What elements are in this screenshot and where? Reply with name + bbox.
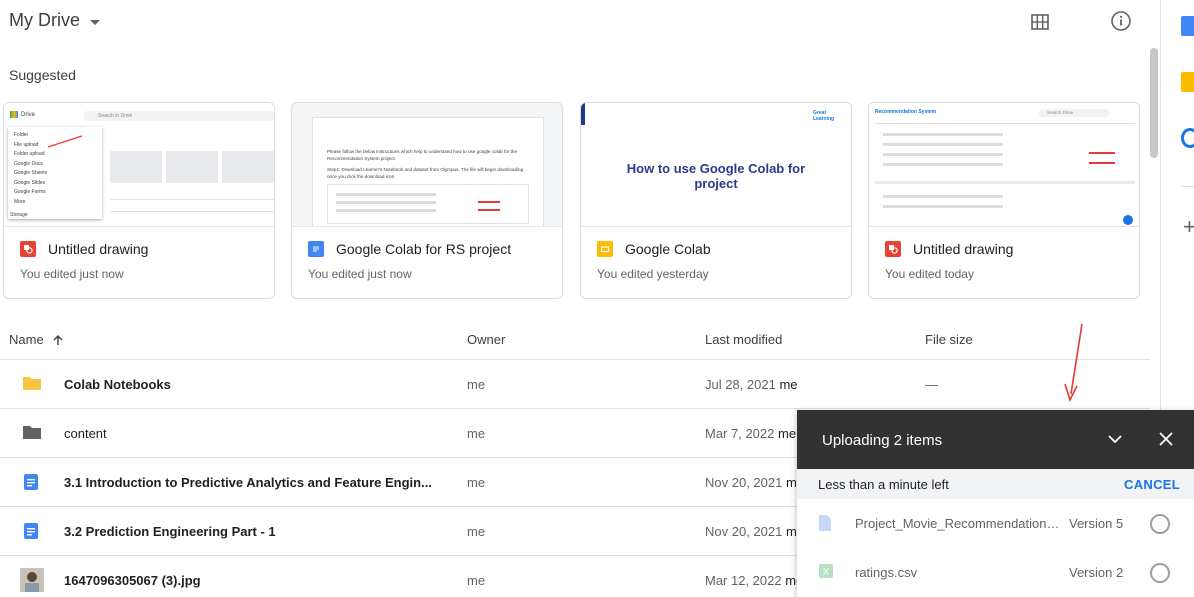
card-thumbnail: Drive Search in Drive Folder File upload… [4, 103, 274, 227]
mini-annotation-arrow [47, 135, 83, 148]
card-edited-time: You edited yesterday [597, 267, 709, 281]
mini-screenshot [327, 184, 529, 224]
docs-icon [22, 473, 40, 494]
top-bar: My Drive [0, 0, 1160, 44]
file-owner: me [467, 377, 486, 392]
tasks-icon[interactable] [1181, 128, 1194, 148]
mini-storage: Storage [10, 212, 28, 218]
slide-accent-bar [581, 103, 585, 125]
slides-icon [597, 241, 613, 257]
svg-text:X: X [823, 567, 830, 578]
file-modified: Nov 20, 2021 me [705, 475, 805, 490]
upload-progress-ring [1150, 563, 1170, 583]
upload-item[interactable]: X ratings.csv Version 2 [797, 548, 1194, 597]
chevron-down-icon[interactable] [1108, 434, 1122, 444]
file-owner: me [467, 524, 486, 539]
mini-logo: Recommendation System [875, 109, 937, 115]
file-name: 3.2 Prediction Engineering Part - 1 [64, 524, 276, 539]
upload-file-name: Project_Movie_Recommendation_Systems.ipy… [855, 516, 1065, 531]
mini-search: Search Drive [1039, 109, 1109, 117]
sort-by-name[interactable]: Name [9, 332, 64, 347]
mini-divider [110, 199, 274, 200]
file-modified: Jul 28, 2021 me [705, 377, 798, 392]
folder-gray-icon [22, 424, 42, 443]
card-title: Untitled drawing [48, 241, 149, 257]
suggested-card[interactable]: Great Learning How to use Google Colab f… [580, 102, 852, 299]
sheets-icon: X [819, 564, 833, 581]
mini-preview [110, 151, 162, 183]
drawings-icon [20, 241, 36, 257]
card-title: Untitled drawing [913, 241, 1014, 257]
file-owner: me [467, 475, 486, 490]
table-header: Name Owner Last modified File size [0, 320, 1150, 360]
card-thumbnail: Recommendation System Search Drive [869, 103, 1139, 227]
annotation-arrow-icon [1064, 323, 1083, 403]
suggested-card[interactable]: Recommendation System Search Drive Untit… [868, 102, 1140, 299]
arrow-up-icon [53, 334, 63, 345]
docs-icon [308, 241, 324, 257]
file-name: 3.1 Introduction to Predictive Analytics… [64, 475, 432, 490]
mini-preview [222, 151, 274, 183]
rail-divider [1181, 186, 1194, 187]
file-owner: me [467, 573, 486, 588]
file-owner: me [467, 426, 486, 441]
upload-time-left: Less than a minute left [818, 477, 949, 492]
upload-progress-panel: Uploading 2 items Less than a minute lef… [797, 410, 1194, 597]
card-thumbnail: Please follow the below instructions whi… [292, 103, 562, 227]
card-title: Google Colab [625, 241, 711, 257]
card-edited-time: You edited just now [20, 267, 124, 281]
cancel-upload-button[interactable]: CANCEL [1124, 477, 1180, 492]
file-name: content [64, 426, 107, 441]
suggested-card[interactable]: Drive Search in Drive Folder File upload… [3, 102, 275, 299]
mini-doc-page: Please follow the below instructions whi… [312, 117, 544, 226]
add-addon-icon[interactable]: + [1183, 216, 1194, 238]
file-name: Colab Notebooks [64, 377, 171, 392]
file-size: — [925, 377, 938, 392]
docs-icon [22, 522, 40, 543]
upload-status-bar: Less than a minute left CANCEL [797, 469, 1194, 499]
folder-yellow-icon [22, 375, 42, 394]
mini-search: Search in Drive [84, 111, 274, 121]
mini-drive-logo: Drive [10, 111, 35, 118]
upload-file-version: Version 2 [1069, 565, 1124, 580]
keep-icon[interactable] [1181, 72, 1194, 92]
upload-title: Uploading 2 items [822, 432, 943, 449]
suggested-heading: Suggested [9, 67, 76, 83]
slide-title: How to use Google Colab for project [626, 161, 806, 191]
file-icon [819, 515, 831, 534]
my-drive-dropdown[interactable]: My Drive [9, 10, 100, 31]
suggested-card[interactable]: Please follow the below instructions whi… [291, 102, 563, 299]
calendar-icon[interactable] [1181, 16, 1194, 36]
column-file-size[interactable]: File size [925, 332, 973, 347]
file-modified: Mar 12, 2022 me [705, 573, 804, 588]
table-row[interactable]: Colab Notebooks me Jul 28, 2021 me — [0, 360, 1150, 409]
great-learning-logo: Great Learning [813, 110, 835, 122]
scrollbar-thumb[interactable] [1150, 48, 1158, 158]
upload-progress-ring [1150, 514, 1170, 534]
file-name: 1647096305067 (3).jpg [64, 573, 201, 588]
page-title: My Drive [9, 10, 80, 30]
file-modified: Nov 20, 2021 me [705, 524, 805, 539]
caret-down-icon [90, 19, 100, 25]
column-owner[interactable]: Owner [467, 332, 505, 347]
card-title: Google Colab for RS project [336, 241, 512, 257]
file-modified: Mar 7, 2022 me [705, 426, 797, 441]
upload-file-version: Version 5 [1069, 516, 1124, 531]
upload-item[interactable]: Project_Movie_Recommendation_Systems.ipy… [797, 499, 1194, 548]
image-thumb-icon [20, 568, 44, 595]
close-icon[interactable] [1159, 432, 1173, 446]
upload-panel-header: Uploading 2 items [797, 410, 1194, 469]
card-edited-time: You edited today [885, 267, 974, 281]
card-edited-time: You edited just now [308, 267, 412, 281]
column-name: Name [9, 332, 44, 347]
card-thumbnail: Great Learning How to use Google Colab f… [581, 103, 851, 227]
drawings-icon [885, 241, 901, 257]
column-last-modified[interactable]: Last modified [705, 332, 782, 347]
upload-file-name: ratings.csv [855, 565, 918, 580]
info-icon[interactable] [1110, 10, 1132, 32]
mini-divider [110, 211, 274, 212]
grid-view-icon[interactable] [1031, 14, 1049, 30]
mini-preview [166, 151, 218, 183]
